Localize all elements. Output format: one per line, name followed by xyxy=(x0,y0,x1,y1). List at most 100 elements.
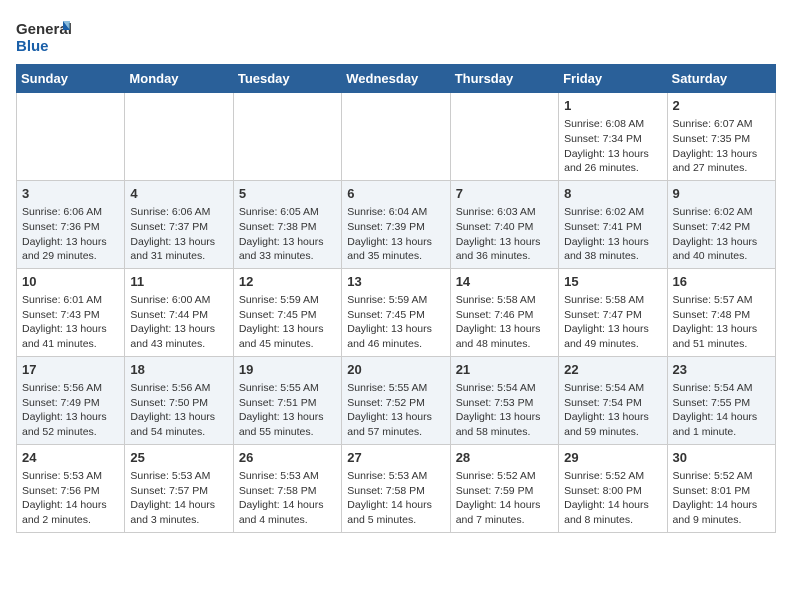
day-info: Sunset: 7:59 PM xyxy=(456,484,553,499)
calendar-cell: 3Sunrise: 6:06 AMSunset: 7:36 PMDaylight… xyxy=(17,180,125,268)
day-info: Daylight: 14 hours and 7 minutes. xyxy=(456,498,553,527)
day-number: 15 xyxy=(564,273,661,291)
calendar-cell: 5Sunrise: 6:05 AMSunset: 7:38 PMDaylight… xyxy=(233,180,341,268)
calendar-cell: 26Sunrise: 5:53 AMSunset: 7:58 PMDayligh… xyxy=(233,444,341,532)
calendar-cell: 10Sunrise: 6:01 AMSunset: 7:43 PMDayligh… xyxy=(17,268,125,356)
day-info: Sunrise: 6:02 AM xyxy=(673,205,770,220)
day-info: Sunset: 7:35 PM xyxy=(673,132,770,147)
calendar-cell xyxy=(342,93,450,181)
day-number: 11 xyxy=(130,273,227,291)
day-number: 21 xyxy=(456,361,553,379)
day-info: Daylight: 14 hours and 5 minutes. xyxy=(347,498,444,527)
day-info: Daylight: 13 hours and 40 minutes. xyxy=(673,235,770,264)
day-info: Daylight: 13 hours and 27 minutes. xyxy=(673,147,770,176)
day-info: Daylight: 13 hours and 51 minutes. xyxy=(673,322,770,351)
day-number: 30 xyxy=(673,449,770,467)
day-number: 7 xyxy=(456,185,553,203)
day-info: Sunrise: 5:56 AM xyxy=(130,381,227,396)
day-info: Sunset: 7:55 PM xyxy=(673,396,770,411)
day-info: Daylight: 13 hours and 43 minutes. xyxy=(130,322,227,351)
day-info: Daylight: 13 hours and 35 minutes. xyxy=(347,235,444,264)
day-info: Sunrise: 5:58 AM xyxy=(564,293,661,308)
day-info: Sunset: 7:47 PM xyxy=(564,308,661,323)
calendar-cell: 30Sunrise: 5:52 AMSunset: 8:01 PMDayligh… xyxy=(667,444,775,532)
day-info: Daylight: 14 hours and 2 minutes. xyxy=(22,498,119,527)
day-info: Sunset: 7:58 PM xyxy=(239,484,336,499)
day-info: Sunrise: 5:53 AM xyxy=(347,469,444,484)
day-info: Daylight: 13 hours and 45 minutes. xyxy=(239,322,336,351)
calendar-cell: 27Sunrise: 5:53 AMSunset: 7:58 PMDayligh… xyxy=(342,444,450,532)
week-row-3: 10Sunrise: 6:01 AMSunset: 7:43 PMDayligh… xyxy=(17,268,776,356)
calendar-cell: 25Sunrise: 5:53 AMSunset: 7:57 PMDayligh… xyxy=(125,444,233,532)
day-number: 28 xyxy=(456,449,553,467)
day-info: Sunset: 7:52 PM xyxy=(347,396,444,411)
day-info: Sunrise: 6:08 AM xyxy=(564,117,661,132)
week-row-4: 17Sunrise: 5:56 AMSunset: 7:49 PMDayligh… xyxy=(17,356,776,444)
day-info: Daylight: 13 hours and 38 minutes. xyxy=(564,235,661,264)
calendar-cell: 20Sunrise: 5:55 AMSunset: 7:52 PMDayligh… xyxy=(342,356,450,444)
calendar-cell: 23Sunrise: 5:54 AMSunset: 7:55 PMDayligh… xyxy=(667,356,775,444)
calendar-cell: 1Sunrise: 6:08 AMSunset: 7:34 PMDaylight… xyxy=(559,93,667,181)
calendar-table: SundayMondayTuesdayWednesdayThursdayFrid… xyxy=(16,64,776,533)
day-info: Sunrise: 5:54 AM xyxy=(564,381,661,396)
day-number: 12 xyxy=(239,273,336,291)
day-number: 2 xyxy=(673,97,770,115)
week-row-1: 1Sunrise: 6:08 AMSunset: 7:34 PMDaylight… xyxy=(17,93,776,181)
calendar-cell: 4Sunrise: 6:06 AMSunset: 7:37 PMDaylight… xyxy=(125,180,233,268)
day-info: Daylight: 13 hours and 46 minutes. xyxy=(347,322,444,351)
day-number: 27 xyxy=(347,449,444,467)
day-info: Sunrise: 5:55 AM xyxy=(239,381,336,396)
weekday-header-saturday: Saturday xyxy=(667,65,775,93)
day-info: Daylight: 13 hours and 33 minutes. xyxy=(239,235,336,264)
day-info: Daylight: 13 hours and 26 minutes. xyxy=(564,147,661,176)
day-info: Daylight: 13 hours and 58 minutes. xyxy=(456,410,553,439)
day-number: 5 xyxy=(239,185,336,203)
day-info: Daylight: 13 hours and 55 minutes. xyxy=(239,410,336,439)
day-info: Sunrise: 6:07 AM xyxy=(673,117,770,132)
weekday-header-monday: Monday xyxy=(125,65,233,93)
day-info: Sunset: 8:01 PM xyxy=(673,484,770,499)
header: General Blue xyxy=(16,16,776,56)
day-number: 6 xyxy=(347,185,444,203)
day-info: Sunset: 7:38 PM xyxy=(239,220,336,235)
day-number: 13 xyxy=(347,273,444,291)
day-info: Sunrise: 6:06 AM xyxy=(130,205,227,220)
day-info: Sunset: 7:45 PM xyxy=(239,308,336,323)
day-info: Sunrise: 5:55 AM xyxy=(347,381,444,396)
calendar-cell: 13Sunrise: 5:59 AMSunset: 7:45 PMDayligh… xyxy=(342,268,450,356)
day-info: Sunrise: 5:59 AM xyxy=(239,293,336,308)
day-info: Sunset: 7:42 PM xyxy=(673,220,770,235)
weekday-header-sunday: Sunday xyxy=(17,65,125,93)
calendar-cell: 16Sunrise: 5:57 AMSunset: 7:48 PMDayligh… xyxy=(667,268,775,356)
calendar-cell: 2 Sunrise: 6:07 AMSunset: 7:35 PMDaylight… xyxy=(667,93,775,181)
day-info: Sunrise: 6:04 AM xyxy=(347,205,444,220)
day-info: Sunrise: 5:53 AM xyxy=(130,469,227,484)
calendar-cell xyxy=(233,93,341,181)
day-info: Sunrise: 5:52 AM xyxy=(456,469,553,484)
day-info: Sunrise: 5:56 AM xyxy=(22,381,119,396)
calendar-cell xyxy=(17,93,125,181)
day-info: Sunset: 7:34 PM xyxy=(564,132,661,147)
day-number: 26 xyxy=(239,449,336,467)
day-info: Sunrise: 5:52 AM xyxy=(564,469,661,484)
weekday-header-row: SundayMondayTuesdayWednesdayThursdayFrid… xyxy=(17,65,776,93)
day-info: Sunrise: 6:03 AM xyxy=(456,205,553,220)
day-info: Sunset: 7:40 PM xyxy=(456,220,553,235)
day-number: 14 xyxy=(456,273,553,291)
day-info: Sunrise: 5:54 AM xyxy=(673,381,770,396)
day-info: Sunset: 7:37 PM xyxy=(130,220,227,235)
day-info: Daylight: 13 hours and 57 minutes. xyxy=(347,410,444,439)
day-info: Daylight: 13 hours and 36 minutes. xyxy=(456,235,553,264)
calendar-cell: 11Sunrise: 6:00 AMSunset: 7:44 PMDayligh… xyxy=(125,268,233,356)
calendar-cell: 18Sunrise: 5:56 AMSunset: 7:50 PMDayligh… xyxy=(125,356,233,444)
logo-svg: General Blue xyxy=(16,16,71,56)
day-info: Sunrise: 6:00 AM xyxy=(130,293,227,308)
week-row-5: 24Sunrise: 5:53 AMSunset: 7:56 PMDayligh… xyxy=(17,444,776,532)
day-number: 23 xyxy=(673,361,770,379)
day-info: Sunrise: 5:58 AM xyxy=(456,293,553,308)
day-number: 25 xyxy=(130,449,227,467)
calendar-cell: 7 Sunrise: 6:03 AMSunset: 7:40 PMDaylight… xyxy=(450,180,558,268)
calendar-cell: 6Sunrise: 6:04 AMSunset: 7:39 PMDaylight… xyxy=(342,180,450,268)
day-info: Sunrise: 5:59 AM xyxy=(347,293,444,308)
day-info: Sunrise: 5:53 AM xyxy=(239,469,336,484)
